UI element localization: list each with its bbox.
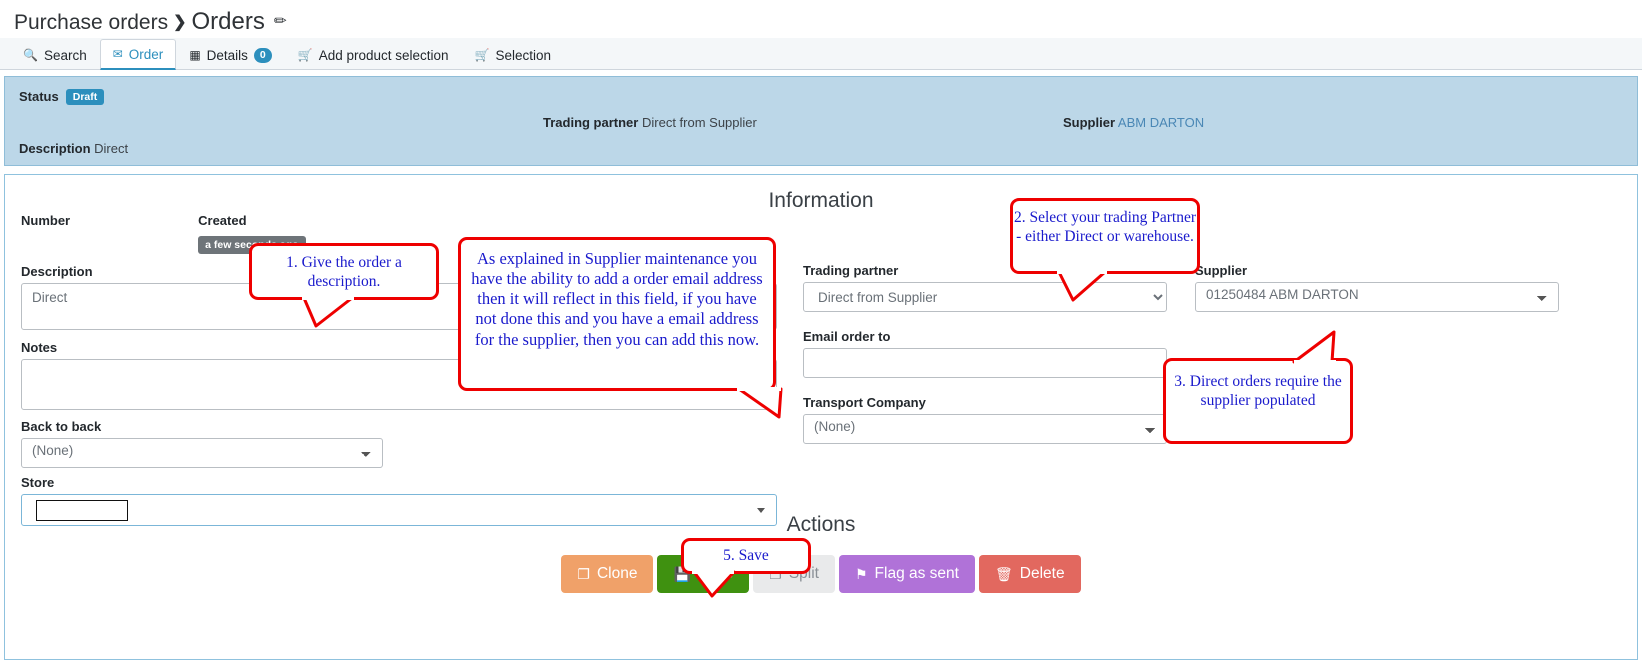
action-button-bar: ❐ Clone 💾 Save ❐ Split ⚑ Flag as sent 🗑 … [5, 555, 1637, 593]
number-label: Number [21, 213, 71, 228]
supplier-select[interactable]: 01250484 ABM DARTON [1195, 282, 1559, 312]
tab-selection[interactable]: 🛒 Selection [462, 39, 565, 70]
supplier-field: Supplier 01250484 ABM DARTON [1195, 263, 1559, 312]
transport-company-field: Transport Company (None) [803, 395, 1167, 444]
tab-search-label: Search [43, 47, 87, 63]
callout-email-explanation: As explained in Supplier maintenance you… [458, 237, 776, 391]
status-field: Status Draft [19, 89, 105, 106]
pin-icon[interactable]: ✐ [268, 10, 290, 32]
delete-button-label: Delete [1019, 565, 1065, 582]
band-description-label: Description [19, 141, 91, 156]
store-field: Store [21, 475, 777, 526]
transport-company-value: (None) [814, 419, 856, 434]
tab-details-badge: 0 [253, 47, 272, 63]
back-to-back-select[interactable]: (None) [21, 438, 383, 468]
flag-icon: ⚑ [854, 566, 868, 582]
basket-icon: 🛒 [297, 48, 313, 62]
envelope-icon: ✉ [112, 47, 123, 61]
band-supplier-label: Supplier [1063, 115, 1116, 130]
callout-5-save: 5. Save [681, 538, 811, 574]
flag-as-sent-button-label: Flag as sent [874, 565, 959, 582]
callout-2-trading-partner: 2. Select your trading Partner - either … [1010, 198, 1200, 274]
supplier-label: Supplier [1195, 263, 1248, 278]
clone-button-label: Clone [596, 565, 638, 582]
email-order-to-field: Email order to [803, 329, 1167, 378]
grid-icon: ▦ [189, 48, 201, 62]
callout-5-tail-icon [692, 570, 736, 598]
status-summary-band: Status Draft Trading partner Direct from … [4, 76, 1638, 166]
tab-bar: 🔍 Search ✉ Order ▦ Details 0 🛒 Add produ… [0, 38, 1642, 70]
tab-search[interactable]: 🔍 Search [10, 39, 100, 70]
tab-add-product-selection[interactable]: 🛒 Add product selection [285, 39, 462, 70]
chevron-down-icon [757, 508, 765, 513]
form-column-right: Supplier 01250484 ABM DARTON [1195, 263, 1559, 312]
back-to-back-field: Back to back (None) [21, 419, 383, 468]
callout-3-supplier: 3. Direct orders require the supplier po… [1163, 358, 1353, 444]
email-order-to-label: Email order to [803, 329, 891, 344]
clone-button[interactable]: ❐ Clone [561, 555, 654, 593]
information-heading: Information [768, 189, 874, 212]
transport-company-select[interactable]: (None) [803, 414, 1167, 444]
flag-as-sent-button[interactable]: ⚑ Flag as sent [838, 555, 975, 593]
clone-icon: ❐ [577, 566, 590, 582]
page-title: Orders [191, 8, 265, 35]
number-field: Number [21, 213, 70, 254]
breadcrumb: Purchase orders ❯ Orders ✐ [0, 0, 1642, 38]
callout-2-tail-icon [1057, 270, 1107, 302]
band-trading-partner: Trading partner Direct from Supplier [543, 115, 757, 130]
callout-1-description: 1. Give the order a description. [249, 243, 439, 300]
tab-selection-label: Selection [495, 47, 552, 63]
tab-add-product-selection-label: Add product selection [318, 47, 449, 63]
band-description: Description Direct [19, 141, 128, 156]
tab-order[interactable]: ✉ Order [99, 39, 177, 70]
breadcrumb-parent[interactable]: Purchase orders [14, 11, 168, 34]
callout-1-tail-icon [302, 296, 354, 328]
tab-details-label: Details [206, 47, 248, 63]
back-to-back-label: Back to back [21, 419, 102, 434]
band-supplier: Supplier ABM DARTON [1063, 115, 1204, 130]
callout-3-tail-icon [1292, 330, 1336, 366]
search-icon: 🔍 [23, 48, 38, 62]
breadcrumb-separator-icon: ❯ [173, 14, 187, 31]
band-trading-partner-value: Direct from Supplier [641, 115, 757, 130]
back-to-back-value: (None) [32, 443, 74, 458]
email-order-to-input[interactable] [803, 348, 1167, 378]
supplier-value: 01250484 ABM DARTON [1206, 287, 1359, 302]
cart-icon: 🛒 [474, 48, 490, 62]
band-description-value: Direct [94, 141, 129, 156]
tab-order-label: Order [128, 46, 164, 62]
callout-4-tail-icon [737, 387, 783, 419]
delete-button[interactable]: 🗑 Delete [978, 555, 1081, 593]
band-supplier-value[interactable]: ABM DARTON [1118, 115, 1204, 130]
trash-icon: 🗑 [994, 566, 1013, 582]
store-input[interactable] [36, 500, 128, 521]
created-label: Created [198, 213, 247, 228]
status-badge: Draft [65, 89, 105, 105]
store-select[interactable] [21, 494, 777, 526]
transport-company-label: Transport Company [803, 395, 926, 410]
store-label: Store [21, 475, 55, 490]
band-trading-partner-label: Trading partner [543, 115, 639, 130]
status-label: Status [19, 89, 59, 104]
tab-details[interactable]: ▦ Details 0 [176, 39, 284, 70]
